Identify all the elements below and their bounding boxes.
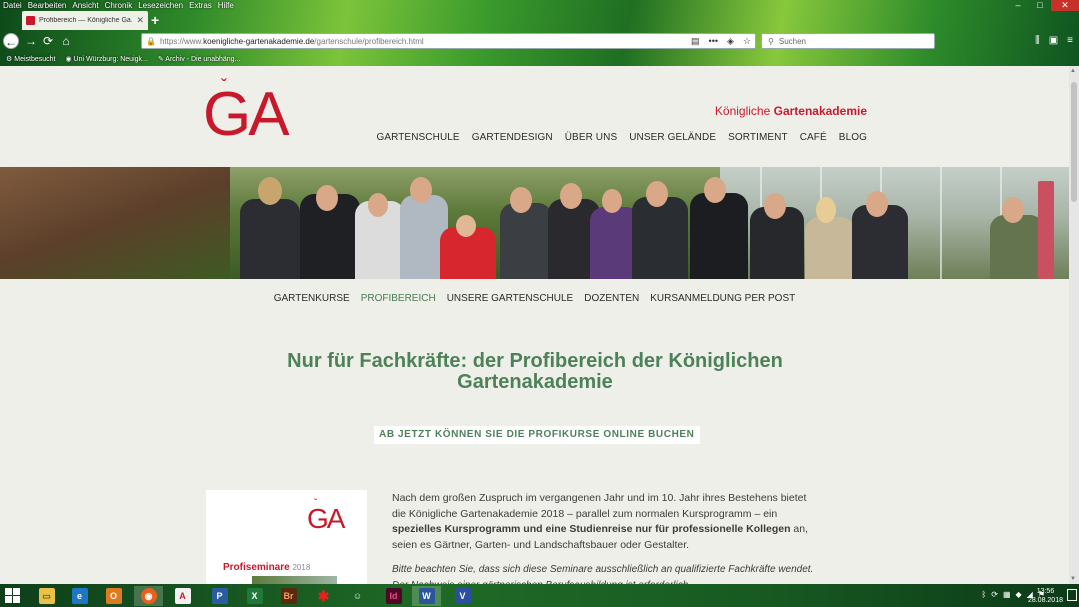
nav-gartenschule[interactable]: GARTENSCHULE [376,132,459,143]
url-bar[interactable]: 🔒 https://www.koenigliche-gartenakademie… [141,33,756,49]
sidebar-icon[interactable]: ▣ [1049,35,1058,46]
nav-cafe[interactable]: CAFÉ [800,132,827,143]
windows-taskbar: ▭ e O ◉ A P X Br ✱ ☺ Id W V ᛒ ⟳ ▦ ◆ ◢ ⚑ … [0,584,1079,607]
taskbar-star-app-icon[interactable]: ✱ [309,586,338,606]
bookmark-star-icon[interactable]: ☆ [743,36,751,47]
online-booking-banner[interactable]: AB JETZT KÖNNEN SIE DIE PROFIKURSE ONLIN… [374,426,700,444]
nav-sortiment[interactable]: SORTIMENT [728,132,788,143]
taskbar-indesign-icon[interactable]: Id [379,586,408,606]
note-paragraph: Bitte beachten Sie, dass sich diese Semi… [392,564,814,584]
taskbar-explorer-icon[interactable]: ▭ [32,586,61,606]
bookmarks-bar: ⚙ Meistbesucht ◉ Uni Würzburg: Neuigk...… [0,52,240,65]
browser-chrome: Datei Bearbeiten Ansicht Chronik Lesezei… [0,0,1079,66]
hero-image [0,167,1069,279]
subnav-dozenten[interactable]: DOZENTEN [584,293,639,304]
close-window-icon[interactable]: ✕ [1051,0,1079,11]
maximize-icon[interactable]: □ [1029,0,1051,11]
menu-ansicht[interactable]: Ansicht [69,0,101,11]
menu-bearbeiten[interactable]: Bearbeiten [25,0,70,11]
intro-paragraph: Nach dem großen Zuspruch im vergangenen … [392,492,809,551]
url-actions: ▤ ••• ◈ ☆ [691,36,751,47]
tab-title: Profibereich — Königliche Ga... [39,17,133,24]
page-scrollbar[interactable]: ▲ ▼ [1069,66,1079,584]
page-title: Nur für Fachkräfte: der Profibereich der… [287,350,783,393]
search-placeholder: Suchen [778,37,806,46]
scroll-up-icon[interactable]: ▲ [1070,68,1076,74]
nav-ueber-uns[interactable]: ÜBER UNS [565,132,617,143]
start-button[interactable] [5,588,20,603]
back-icon[interactable]: ← [3,33,19,49]
subnav-gartenkurse[interactable]: GARTENKURSE [274,293,350,304]
home-icon[interactable]: ⌂ [58,33,74,49]
menu-bar: Datei Bearbeiten Ansicht Chronik Lesezei… [0,0,237,11]
tray-shield-icon[interactable]: ◆ [1016,590,1022,599]
tray-sync-icon[interactable]: ⟳ [991,590,998,599]
main-nav: GARTENSCHULE GARTENDESIGN ÜBER UNS UNSER… [376,132,867,143]
scroll-thumb[interactable] [1071,82,1077,202]
nav-gartendesign[interactable]: GARTENDESIGN [472,132,553,143]
forward-icon[interactable]: → [23,33,39,49]
taskbar-word-icon[interactable]: W [412,586,441,606]
library-icon[interactable]: ⫼ [1035,35,1040,46]
card-title: Profiseminare 2018 [223,562,311,573]
menu-lesezeichen[interactable]: Lesezeichen [135,0,186,11]
brand-name[interactable]: Königliche Gartenakademie [715,104,867,118]
taskbar-ie-icon[interactable]: e [65,586,94,606]
search-icon: ⚲ [768,37,774,46]
menu-datei[interactable]: Datei [0,0,25,11]
taskbar-people-app-icon[interactable]: ☺ [343,586,372,606]
page-actions-icon[interactable]: ••• [709,36,718,47]
browser-tab[interactable]: Profibereich — Königliche Ga... ✕ [22,11,148,30]
bookmark-uni-wuerzburg[interactable]: ◉ Uni Würzburg: Neuigk... [65,55,147,63]
favicon-icon [26,16,35,25]
taskbar-excel-icon[interactable]: X [240,586,269,606]
menu-chronik[interactable]: Chronik [102,0,136,11]
toolbar-right: ⫼ ▣ ≡ [1035,35,1073,46]
minimize-icon[interactable]: – [1007,0,1029,11]
search-input[interactable]: ⚲ Suchen [761,33,935,49]
subnav-unsere-gartenschule[interactable]: UNSERE GARTENSCHULE [447,293,574,304]
hamburger-menu-icon[interactable]: ≡ [1067,35,1073,46]
pocket-icon[interactable]: ◈ [727,36,734,47]
action-center-icon[interactable] [1067,589,1077,601]
bookmark-archiv[interactable]: ✎ Archiv - Die unabhäng... [158,55,241,63]
taskbar-outlook-icon[interactable]: O [99,586,128,606]
lock-icon[interactable]: 🔒 [146,37,156,46]
url-text: https://www.koenigliche-gartenakademie.d… [159,36,424,46]
menu-hilfe[interactable]: Hilfe [215,0,237,11]
nav-unser-gelaende[interactable]: UNSER GELÄNDE [629,132,716,143]
brochure-card[interactable]: ˇ GA Profiseminare 2018 [206,490,367,584]
sub-nav: GARTENKURSE PROFIBEREICH UNSERE GARTENSC… [0,279,1069,317]
reader-view-icon[interactable]: ▤ [691,36,700,47]
taskbar-firefox-icon[interactable]: ◉ [134,586,163,606]
new-tab-icon[interactable]: + [151,12,159,28]
close-tab-icon[interactable]: ✕ [136,15,144,26]
taskbar-clock[interactable]: 13:56 28.08.2018 [1028,587,1063,605]
taskbar-project-icon[interactable]: P [205,586,234,606]
window-controls: – □ ✕ [1007,0,1079,11]
taskbar-bridge-icon[interactable]: Br [274,586,303,606]
card-logo: GA [307,503,345,534]
scroll-down-icon[interactable]: ▼ [1070,576,1076,582]
reload-icon[interactable]: ⟳ [40,33,56,49]
subnav-kursanmeldung-per-post[interactable]: KURSANMELDUNG PER POST [650,293,795,304]
card-image [252,576,337,584]
taskbar-acrobat-icon[interactable]: A [168,586,197,606]
tray-network-icon[interactable]: ▦ [1003,590,1011,599]
bookmark-meistbesucht[interactable]: ⚙ Meistbesucht [6,55,55,63]
tray-bluetooth-icon[interactable]: ᛒ [981,590,986,599]
menu-extras[interactable]: Extras [186,0,215,11]
taskbar-visio-icon[interactable]: V [448,586,477,606]
subnav-profibereich[interactable]: PROFIBEREICH [361,293,436,304]
page-content: ˇ GA Königliche Gartenakademie GARTENSCH… [0,66,1069,584]
nav-blog[interactable]: BLOG [839,132,867,143]
site-logo[interactable]: GA [203,83,290,147]
